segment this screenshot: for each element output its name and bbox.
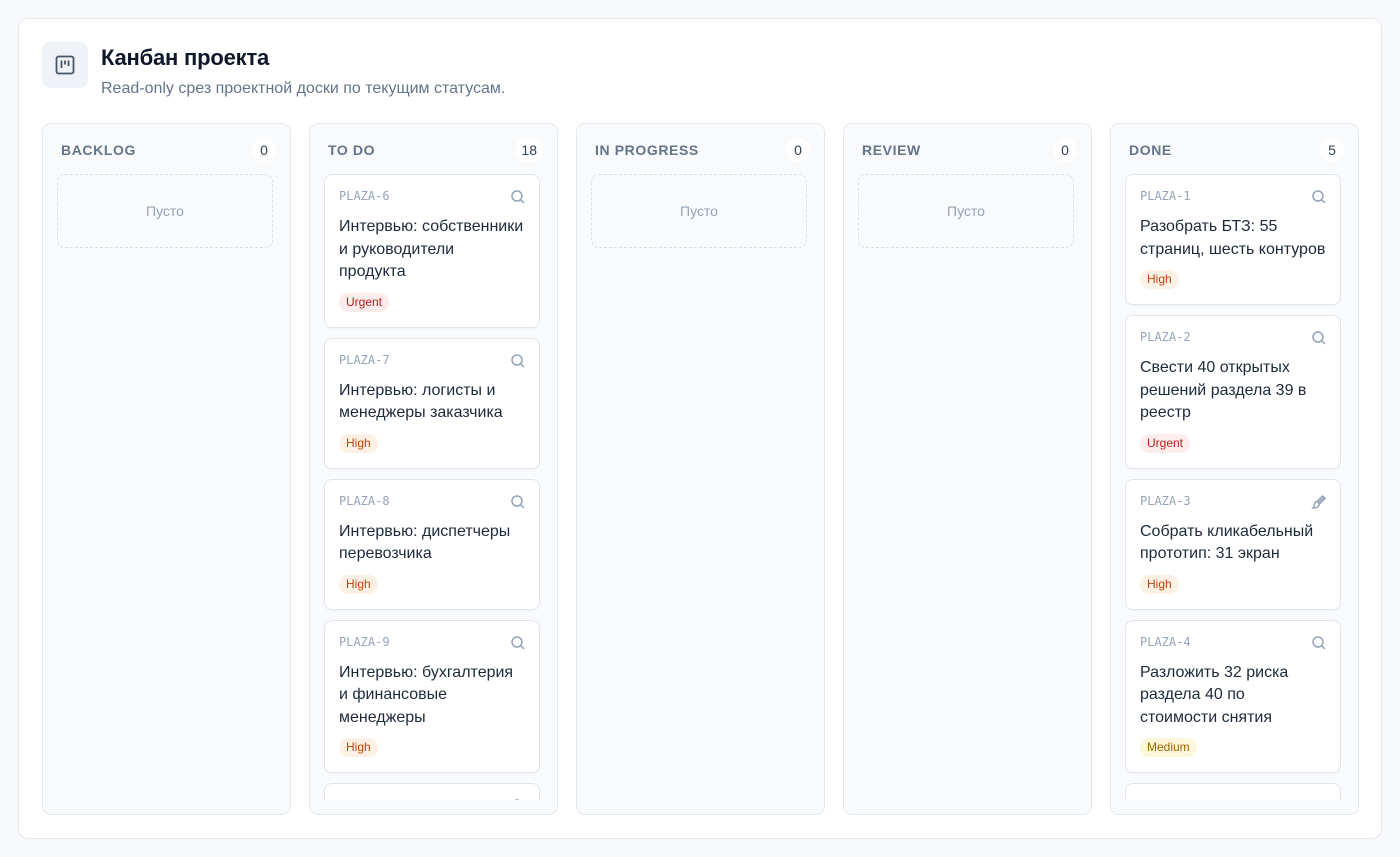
paintbrush-icon[interactable] xyxy=(1311,494,1327,510)
column-in-progress: IN PROGRESS 0 Пусто xyxy=(576,123,825,815)
task-title: Свести 40 открытых решений раздела 39 в … xyxy=(1140,359,1307,421)
task-card[interactable]: PLAZA-6 Интервью: собственники и руководи… xyxy=(324,174,540,328)
card-list: PLAZA-1 Разобрать БТЗ: 55 страниц, шесть … xyxy=(1125,174,1341,800)
task-title: Интервью: собственники и руководители пр… xyxy=(339,218,524,280)
search-icon[interactable] xyxy=(1311,635,1327,651)
task-id: PLAZA-3 xyxy=(1140,493,1191,508)
priority-badge: Urgent xyxy=(1140,433,1191,453)
column-header: IN PROGRESS 0 xyxy=(595,138,810,162)
task-id: PLAZA-6 xyxy=(339,189,390,203)
page-subtitle: Read-only срез проектной доски по текущи… xyxy=(101,80,506,97)
column-title: REVIEW xyxy=(862,142,921,158)
task-card[interactable]: PLAZA-9 Интервью: бухгалтерия и финансовы… xyxy=(324,619,540,773)
kanban-board-icon xyxy=(42,42,88,88)
task-title: Разобрать БТЗ: 55 страниц, шесть контуро… xyxy=(1140,218,1326,258)
task-card[interactable] xyxy=(1125,783,1341,800)
column-header: REVIEW 0 xyxy=(862,138,1077,162)
task-title: Собрать кликабельный прототип: 31 экран xyxy=(1140,522,1314,563)
task-id: PLAZA-7 xyxy=(339,352,390,367)
task-id: PLAZA-1 xyxy=(1140,189,1191,203)
column-count-badge: 0 xyxy=(786,138,810,162)
column-title: BACKLOG xyxy=(61,142,136,158)
column-title: DONE xyxy=(1129,142,1172,158)
column-header: BACKLOG 0 xyxy=(61,138,276,162)
column-title: IN PROGRESS xyxy=(595,142,699,158)
task-title: Интервью: бухгалтерия и финансовые менед… xyxy=(339,663,514,726)
task-title: Интервью: диспетчеры перевозчика xyxy=(339,522,511,563)
priority-badge: High xyxy=(339,738,378,757)
task-card[interactable]: PLAZA-2 Свести 40 открытых решений раздел… xyxy=(1125,315,1341,469)
priority-badge: Urgent xyxy=(339,292,390,312)
priority-badge: High xyxy=(1140,270,1179,289)
search-icon[interactable] xyxy=(510,798,526,800)
search-icon[interactable] xyxy=(1311,330,1327,346)
task-id: PLAZA-9 xyxy=(339,634,390,649)
task-card[interactable]: PLAZA-7 Интервью: логисты и менеджеры зак… xyxy=(324,337,540,469)
empty-placeholder: Пусто xyxy=(858,174,1074,248)
priority-badge: High xyxy=(339,574,378,594)
page-title: Канбан проекта xyxy=(101,45,270,70)
column-count-badge: 0 xyxy=(252,138,276,162)
column-title: TO DO xyxy=(328,142,376,158)
task-card[interactable]: PLAZA-8 Интервью: диспетчеры перевозчика H… xyxy=(324,478,540,610)
priority-badge: High xyxy=(339,433,378,453)
column-backlog: BACKLOG 0 Пусто xyxy=(42,123,291,815)
column-count-badge: 0 xyxy=(1053,138,1077,162)
task-card[interactable]: PLAZA-4 Разложить 32 риска раздела 40 по … xyxy=(1125,619,1341,773)
kanban-panel: Канбан проекта Read-only срез проектной … xyxy=(18,18,1382,839)
search-icon[interactable] xyxy=(510,494,526,510)
column-header: DONE 5 xyxy=(1129,138,1344,162)
column-todo: TO DO 18 PLAZA-6 Интервью: собственники и р… xyxy=(309,123,558,815)
task-card[interactable]: PLAZA-10 xyxy=(324,783,540,800)
search-icon[interactable] xyxy=(510,189,526,205)
column-count-badge: 18 xyxy=(515,138,543,162)
task-id: PLAZA-2 xyxy=(1140,330,1191,344)
column-count-badge: 5 xyxy=(1320,138,1344,162)
search-icon[interactable] xyxy=(510,353,526,369)
task-title: Разложить 32 риска раздела 40 по стоимос… xyxy=(1140,663,1289,726)
task-id: PLAZA-8 xyxy=(339,493,390,508)
priority-badge: Medium xyxy=(1140,738,1197,757)
task-card[interactable]: PLAZA-3 Собрать кликабельный прототип: 31… xyxy=(1125,478,1341,610)
empty-placeholder: Пусто xyxy=(591,174,807,248)
empty-placeholder: Пусто xyxy=(57,174,273,248)
column-done: DONE 5 PLAZA-1 Разобрать БТЗ: 55 страниц, ш… xyxy=(1110,123,1359,815)
column-header: TO DO 18 xyxy=(328,138,543,162)
task-id: PLAZA-10 xyxy=(339,797,525,800)
column-review: REVIEW 0 Пусто xyxy=(843,123,1092,815)
task-card[interactable]: PLAZA-1 Разобрать БТЗ: 55 страниц, шесть … xyxy=(1125,174,1341,305)
task-title: Интервью: логисты и менеджеры заказчика xyxy=(339,381,503,422)
card-list: PLAZA-6 Интервью: собственники и руководи… xyxy=(324,174,540,800)
search-icon[interactable] xyxy=(1311,189,1327,205)
task-id: PLAZA-4 xyxy=(1140,634,1191,649)
search-icon[interactable] xyxy=(510,635,526,651)
priority-badge: High xyxy=(1140,574,1179,594)
